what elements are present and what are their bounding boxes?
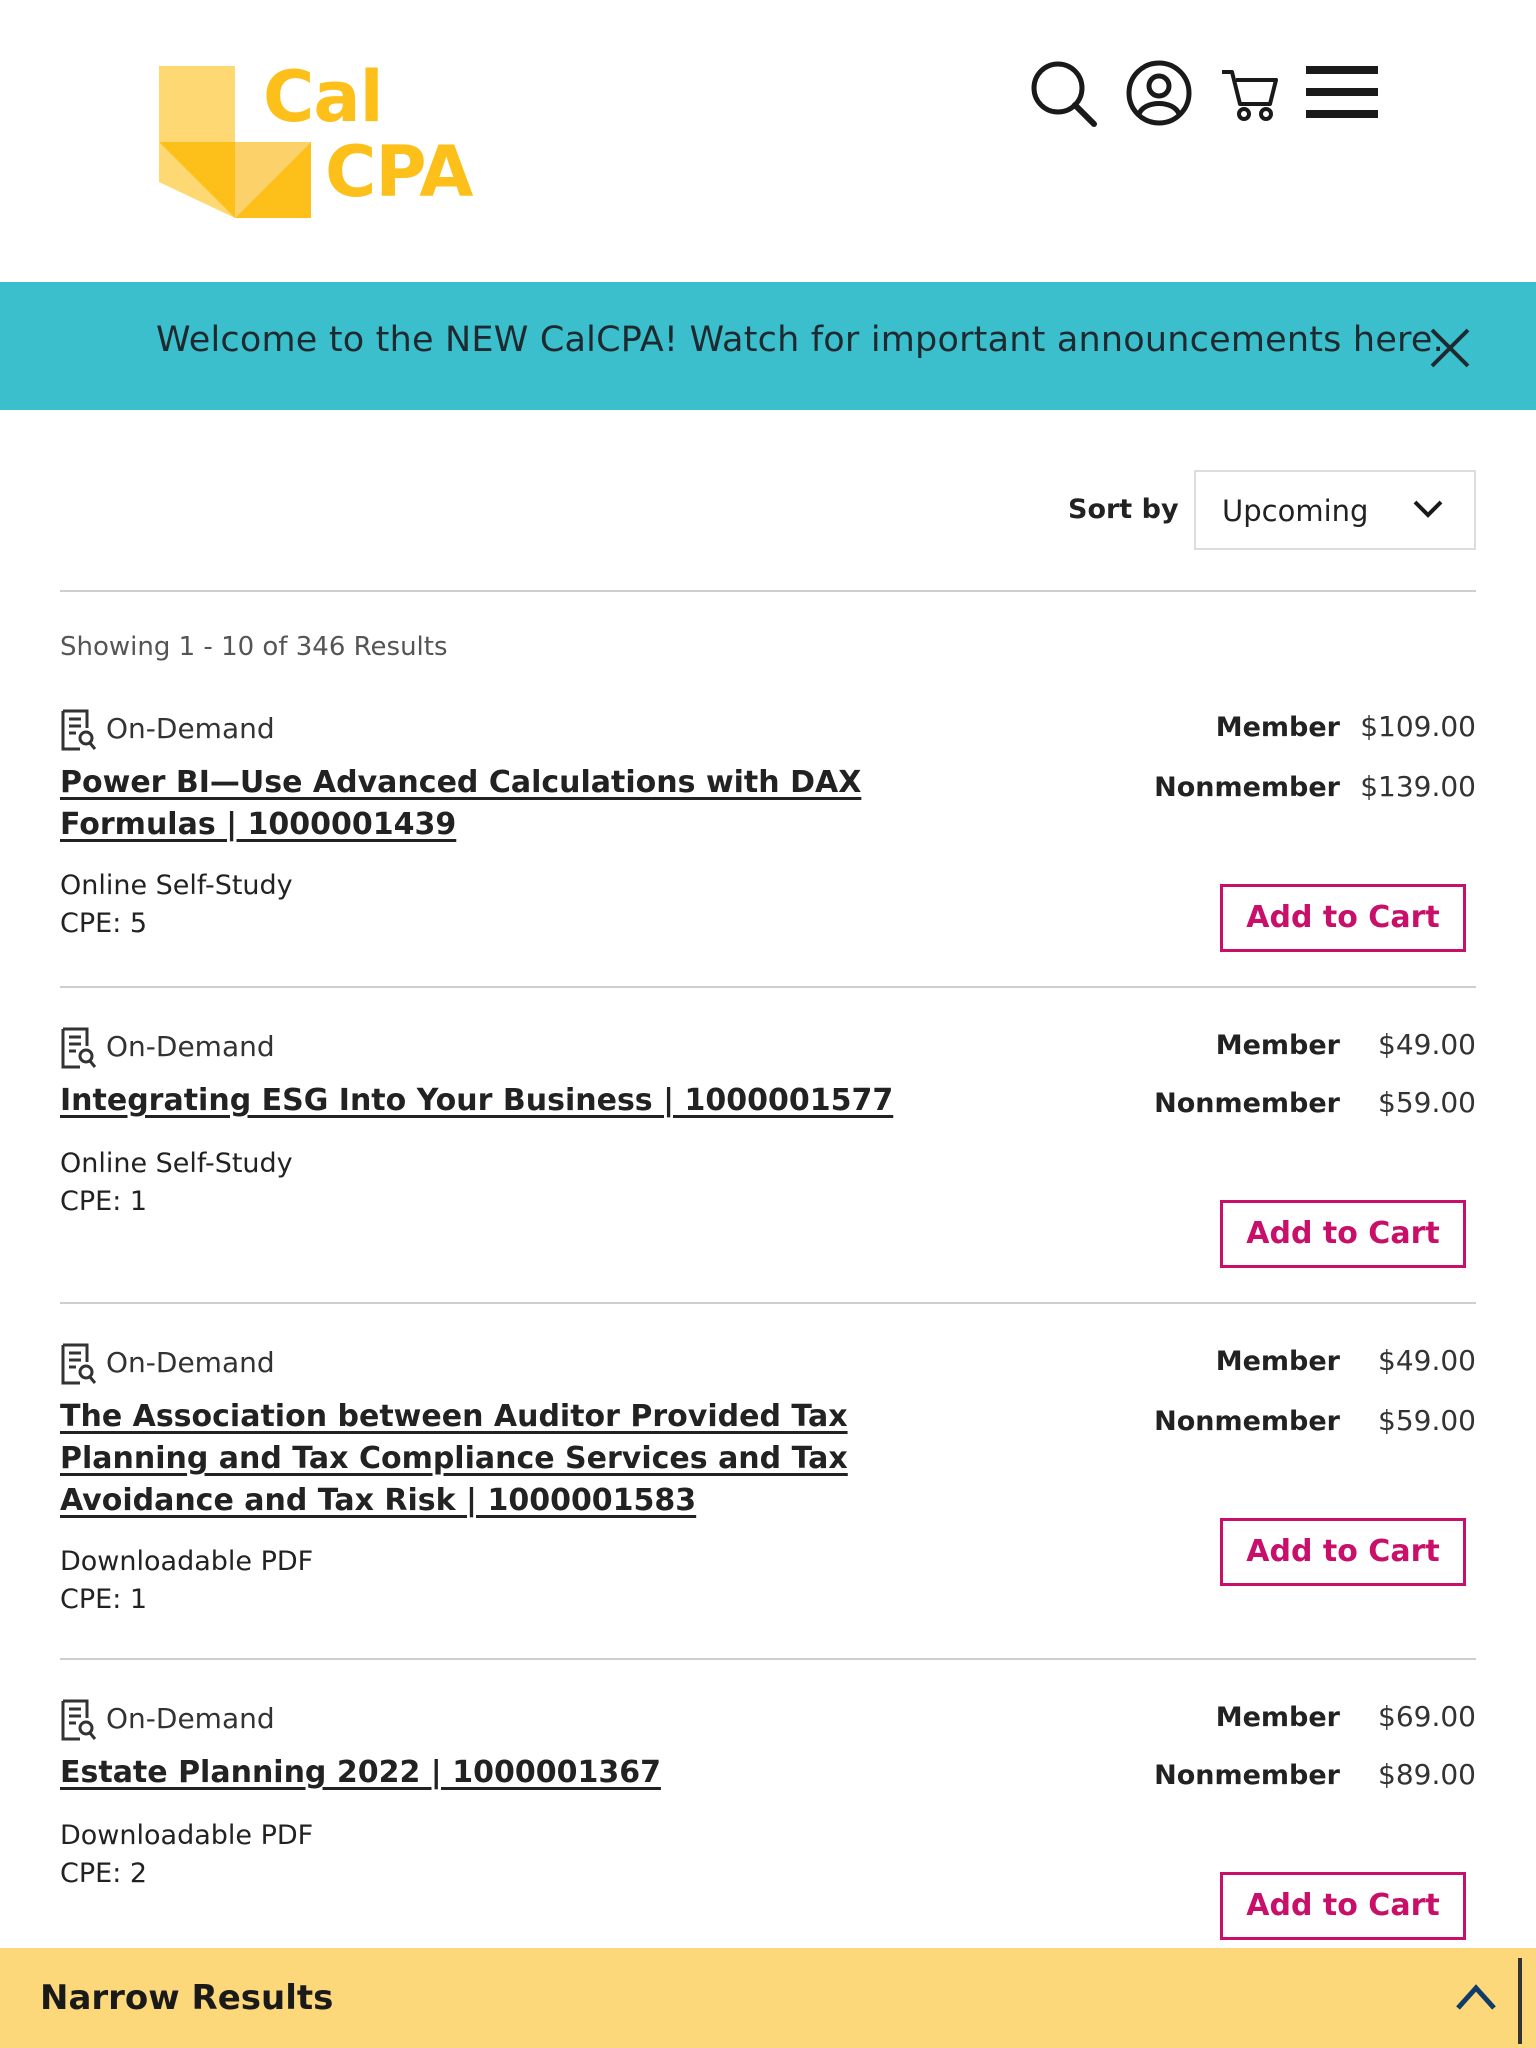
cart-icon[interactable]: [1220, 58, 1280, 128]
member-label: Member: [1215, 1030, 1340, 1061]
site-header: Cal CPA: [0, 0, 1536, 282]
course-cpe: CPE: 2: [60, 1858, 148, 1889]
course-cpe: CPE: 1: [60, 1186, 148, 1217]
course-title-link[interactable]: The Association between Auditor Provided…: [60, 1396, 960, 1522]
divider: [60, 590, 1476, 592]
sort-label: Sort by: [1068, 494, 1179, 525]
narrow-results-title: Narrow Results: [40, 1978, 334, 2018]
course-card: On-Demand Power BI—Use Advanced Calculat…: [60, 708, 1476, 984]
scrollbar-thumb[interactable]: [1518, 1958, 1522, 2044]
sort-selected-value: Upcoming: [1222, 494, 1369, 528]
add-to-cart-button[interactable]: Add to Cart: [1220, 1518, 1466, 1586]
course-card: On-Demand The Association between Audito…: [60, 1342, 1476, 1632]
add-to-cart-button[interactable]: Add to Cart: [1220, 884, 1466, 952]
announcement-text: Welcome to the NEW CalCPA! Watch for imp…: [156, 320, 1444, 360]
logo-text-cal: Cal: [263, 56, 384, 138]
narrow-results-bar[interactable]: Narrow Results: [0, 1948, 1536, 2048]
logo-text-cpa: CPA: [325, 131, 473, 213]
member-price: $109.00: [1360, 710, 1476, 743]
results-summary: Showing 1 - 10 of 346 Results: [60, 632, 448, 662]
announcement-banner: Welcome to the NEW CalCPA! Watch for imp…: [0, 282, 1536, 410]
course-cpe: CPE: 5: [60, 908, 148, 939]
on-demand-icon: [61, 1343, 97, 1385]
course-format: Online Self-Study: [60, 870, 293, 901]
close-icon[interactable]: [1428, 326, 1472, 370]
member-price: $49.00: [1378, 1028, 1476, 1061]
member-price: $49.00: [1378, 1344, 1476, 1377]
nonmember-label: Nonmember: [1154, 1760, 1340, 1791]
nonmember-price: $139.00: [1360, 770, 1476, 803]
member-label: Member: [1215, 1346, 1340, 1377]
nonmember-label: Nonmember: [1154, 1406, 1340, 1437]
menu-icon[interactable]: [1306, 64, 1378, 120]
nonmember-price: $59.00: [1378, 1086, 1476, 1119]
chevron-down-icon: [1413, 500, 1443, 518]
nonmember-label: Nonmember: [1154, 1088, 1340, 1119]
on-demand-icon: [61, 709, 97, 751]
member-price: $69.00: [1378, 1700, 1476, 1733]
course-cpe: CPE: 1: [60, 1584, 148, 1615]
course-format: Online Self-Study: [60, 1148, 293, 1179]
calcpa-logo[interactable]: Cal CPA: [159, 62, 489, 222]
nonmember-price: $89.00: [1378, 1758, 1476, 1791]
course-format: Downloadable PDF: [60, 1546, 314, 1577]
member-label: Member: [1215, 712, 1340, 743]
course-card: On-Demand Estate Planning 2022 | 1000001…: [60, 1698, 1476, 1942]
nonmember-price: $59.00: [1378, 1404, 1476, 1437]
add-to-cart-button[interactable]: Add to Cart: [1220, 1200, 1466, 1268]
on-demand-icon: [61, 1699, 97, 1741]
divider: [60, 1658, 1476, 1660]
chevron-up-icon[interactable]: [1454, 1980, 1498, 2012]
nonmember-label: Nonmember: [1154, 772, 1340, 803]
course-title-link[interactable]: Integrating ESG Into Your Business | 100…: [60, 1080, 960, 1122]
add-to-cart-button[interactable]: Add to Cart: [1220, 1872, 1466, 1940]
sort-dropdown[interactable]: Upcoming: [1194, 470, 1476, 550]
divider: [60, 986, 1476, 988]
user-icon[interactable]: [1124, 58, 1194, 128]
search-icon[interactable]: [1028, 58, 1098, 128]
course-title-link[interactable]: Estate Planning 2022 | 1000001367: [60, 1752, 960, 1794]
course-card: On-Demand Integrating ESG Into Your Busi…: [60, 1026, 1476, 1270]
divider: [60, 1302, 1476, 1304]
on-demand-icon: [61, 1027, 97, 1069]
course-type: On-Demand: [106, 1346, 275, 1379]
course-type: On-Demand: [106, 712, 275, 745]
course-format: Downloadable PDF: [60, 1820, 314, 1851]
course-type: On-Demand: [106, 1030, 275, 1063]
page: Cal CPA Welcome to the NEW CalCPA! Watch…: [0, 0, 1536, 2048]
course-type: On-Demand: [106, 1702, 275, 1735]
course-title-link[interactable]: Power BI—Use Advanced Calculations with …: [60, 762, 880, 846]
member-label: Member: [1215, 1702, 1340, 1733]
